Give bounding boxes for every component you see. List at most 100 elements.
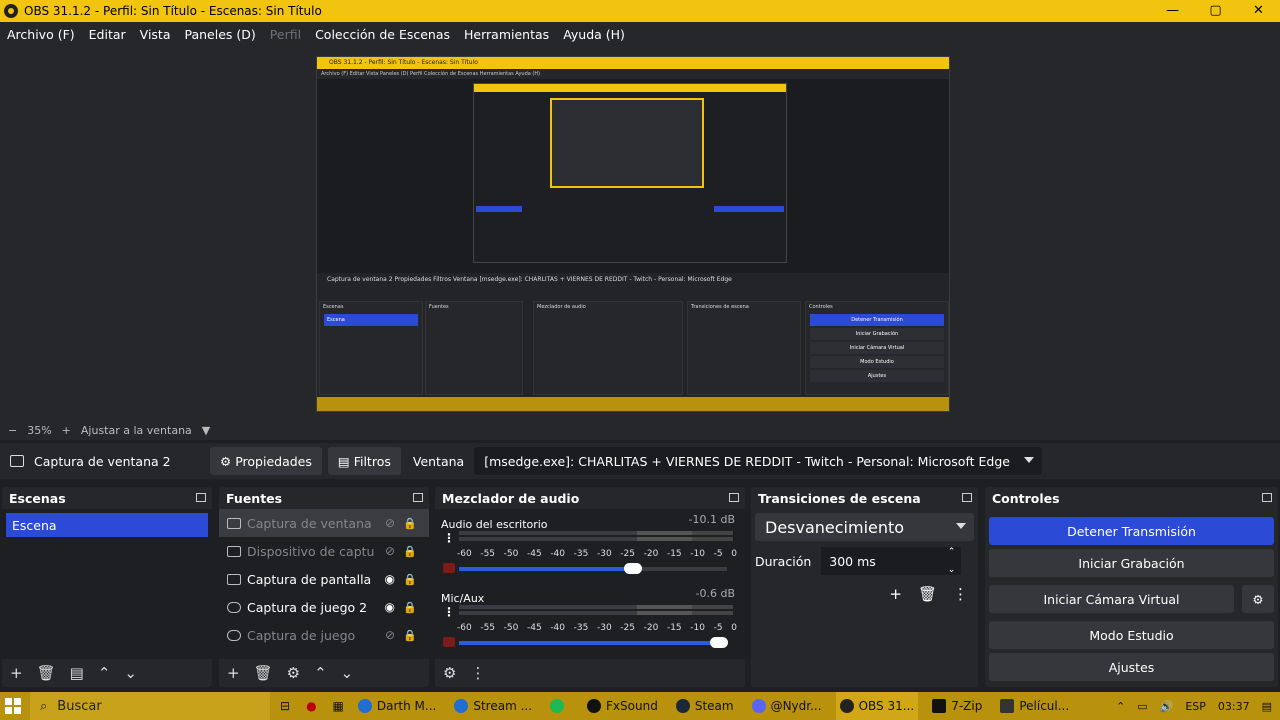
volume-slider-handle[interactable] — [709, 637, 728, 648]
studio-mode-button[interactable]: Modo Estudio — [989, 621, 1274, 649]
zoom-out-button[interactable]: − — [8, 424, 17, 437]
zoom-in-button[interactable]: + — [62, 424, 71, 437]
network-icon[interactable]: ▭ — [1137, 700, 1147, 713]
lang-indicator[interactable]: ESP — [1185, 700, 1206, 713]
lock-icon[interactable]: 🔒 — [403, 517, 417, 530]
taskbar-app[interactable]: 7-Zip — [928, 692, 986, 720]
taskbar-app[interactable]: Stream ... — [450, 692, 536, 720]
list-item[interactable]: Captura de juego 2 ◉ 🔒 — [219, 593, 429, 621]
lock-icon[interactable]: 🔒 — [403, 545, 417, 558]
lock-icon[interactable]: 🔒 — [403, 629, 417, 642]
menu-editar[interactable]: Editar — [89, 27, 126, 42]
undock-icon[interactable] — [196, 493, 206, 502]
source-label: Captura de juego — [247, 627, 356, 643]
nested-title-bar: OBS 31.1.2 - Perfil: Sin Título - Escena… — [317, 57, 949, 69]
speaker-muted-icon[interactable] — [443, 563, 455, 573]
add-transition-icon[interactable]: + — [889, 585, 902, 603]
taskbar-app[interactable]: @Nydr... — [748, 692, 826, 720]
list-item[interactable]: Dispositivo de captu ⊘ 🔒 — [219, 537, 429, 565]
minimize-button[interactable]: — — [1151, 0, 1194, 22]
settings-button[interactable]: Ajustes — [989, 653, 1274, 681]
list-item[interactable]: Captura de juego ⊘ 🔒 — [219, 621, 429, 649]
channel-menu-icon[interactable]: ⋮ — [443, 605, 455, 619]
trash-icon[interactable]: 🗑 — [37, 664, 56, 682]
list-item[interactable]: Captura de pantalla ◉ 🔒 — [219, 565, 429, 593]
undock-icon[interactable] — [413, 493, 423, 502]
scene-item[interactable]: Escena — [6, 513, 208, 537]
nested-control-settings: Ajustes — [810, 370, 944, 382]
taskbar-app[interactable]: FxSound — [583, 692, 662, 720]
notification-icon[interactable]: ▤ — [1262, 700, 1272, 713]
lock-icon[interactable]: 🔒 — [403, 601, 417, 614]
duration-input[interactable]: 300 ms ⌃ ⌄ — [821, 547, 962, 575]
window-select[interactable]: [msedge.exe]: CHARLITAS + VIERNES DE RED… — [474, 447, 1043, 475]
volume-slider[interactable] — [459, 563, 727, 574]
eye-icon[interactable]: ◉ — [385, 600, 395, 614]
scene-filters-icon[interactable]: ▤ — [70, 664, 84, 682]
volume-icon[interactable]: 🔊 — [1160, 700, 1174, 713]
source-label: Captura de juego 2 — [247, 599, 368, 615]
taskbar-app[interactable]: Steam — [672, 692, 738, 720]
close-button[interactable]: ✕ — [1237, 0, 1280, 22]
chevron-up-icon[interactable]: ⌃ — [1116, 700, 1125, 713]
lock-icon[interactable]: 🔒 — [403, 573, 417, 586]
add-source-icon[interactable]: + — [227, 664, 240, 682]
filters-button[interactable]: ▤ Filtros — [327, 447, 401, 475]
volume-slider[interactable] — [459, 637, 728, 648]
eye-off-icon[interactable]: ⊘ — [385, 516, 395, 530]
clock[interactable]: 03:37 — [1218, 700, 1250, 713]
eye-off-icon[interactable]: ⊘ — [385, 628, 395, 642]
channel-menu-icon[interactable]: ⋮ — [443, 531, 455, 545]
kebab-menu-icon[interactable]: ⋮ — [953, 585, 968, 603]
spin-up-icon[interactable]: ⌃ — [948, 547, 956, 557]
fit-window-label[interactable]: Ajustar a la ventana — [81, 424, 192, 437]
app-icon-window[interactable]: ▦ — [333, 699, 344, 713]
add-scene-icon[interactable]: + — [10, 664, 23, 682]
kebab-menu-icon[interactable]: ⋮ — [470, 664, 485, 682]
menu-perfil[interactable]: Perfil — [270, 27, 301, 42]
move-up-icon[interactable]: ⌃ — [314, 664, 327, 682]
gear-icon[interactable]: ⚙ — [287, 664, 300, 682]
start-virtual-camera-button[interactable]: Iniciar Cámara Virtual — [989, 585, 1234, 613]
stop-streaming-button[interactable]: Detener Transmisión — [989, 517, 1274, 545]
list-item[interactable]: Captura de ventana ⊘ 🔒 — [219, 509, 429, 537]
gear-icon[interactable]: ⚙ — [1242, 585, 1274, 613]
windows-start-icon[interactable] — [0, 693, 26, 719]
transition-select[interactable]: Desvanecimiento — [755, 513, 974, 541]
program-preview[interactable]: OBS 31.1.2 - Perfil: Sin Título - Escena… — [316, 56, 950, 412]
window-select-value: [msedge.exe]: CHARLITAS + VIERNES DE RED… — [484, 453, 1010, 469]
spin-down-icon[interactable]: ⌄ — [948, 565, 956, 575]
menu-paneles[interactable]: Paneles (D) — [185, 27, 256, 42]
move-down-icon[interactable]: ⌄ — [124, 664, 137, 682]
gear-icon[interactable]: ⚙ — [443, 664, 456, 682]
taskbar-app[interactable]: Películ... — [996, 692, 1073, 720]
undock-icon[interactable] — [729, 493, 739, 502]
start-recording-button[interactable]: Iniciar Grabación — [989, 549, 1274, 577]
taskbar-app[interactable]: OBS 31... — [835, 692, 919, 720]
trash-icon[interactable]: 🗑 — [918, 585, 937, 603]
app-icon-red[interactable]: ● — [306, 699, 316, 713]
maximize-button[interactable]: ▢ — [1194, 0, 1237, 22]
eye-icon[interactable]: ◉ — [385, 572, 395, 586]
taskbar-app[interactable]: Darth M... — [354, 692, 440, 720]
task-view-icon[interactable]: ⊟ — [280, 699, 290, 713]
undock-icon[interactable] — [962, 493, 972, 502]
move-down-icon[interactable]: ⌄ — [341, 664, 354, 682]
nested-menu-bar: Archivo (F) Editar Vista Paneles (D) Per… — [317, 69, 949, 79]
move-up-icon[interactable]: ⌃ — [98, 664, 111, 682]
menu-archivo[interactable]: Archivo (F) — [7, 27, 75, 42]
fit-window-dropdown-icon[interactable]: ▼ — [202, 424, 210, 437]
taskbar-search[interactable]: ⌕ Buscar — [30, 692, 270, 720]
menu-ayuda[interactable]: Ayuda (H) — [563, 27, 625, 42]
properties-button[interactable]: ⚙ Propiedades — [210, 447, 322, 475]
eye-off-icon[interactable]: ⊘ — [385, 544, 395, 558]
menu-vista[interactable]: Vista — [140, 27, 171, 42]
undock-icon[interactable] — [1262, 493, 1272, 502]
sources-title: Fuentes — [226, 490, 283, 506]
speaker-muted-icon[interactable] — [443, 637, 455, 647]
trash-icon[interactable]: 🗑 — [254, 664, 273, 682]
menu-herramientas[interactable]: Herramientas — [464, 27, 549, 42]
menu-coleccion-escenas[interactable]: Colección de Escenas — [315, 27, 450, 42]
volume-slider-handle[interactable] — [624, 563, 643, 574]
taskbar-app[interactable] — [546, 692, 573, 720]
